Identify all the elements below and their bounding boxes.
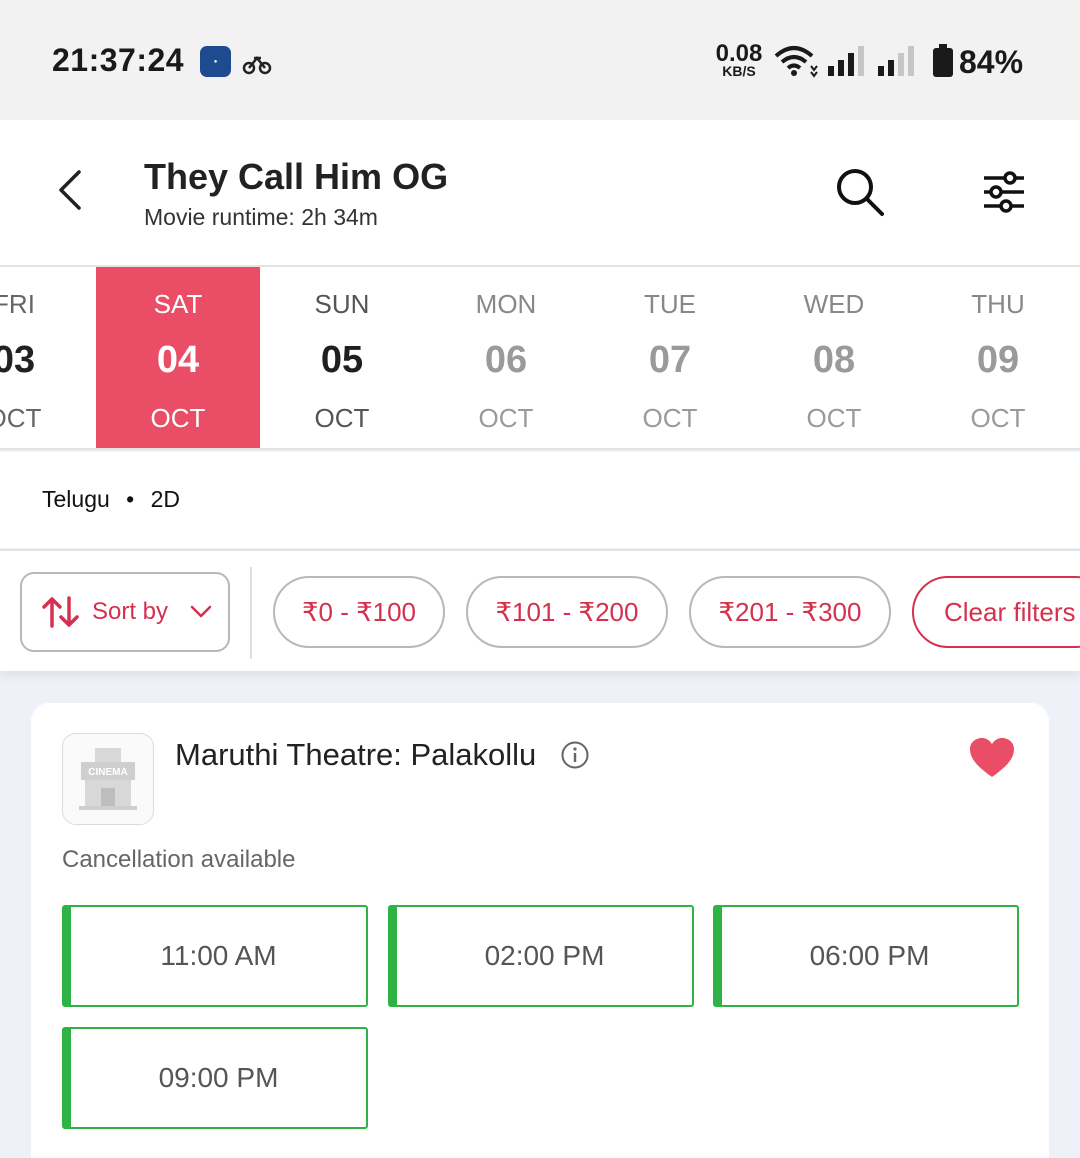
date-month: OCT <box>314 403 370 433</box>
showtime-button-1100am[interactable]: 11:00 AM <box>62 905 368 1007</box>
movie-runtime: Movie runtime: 2h 34m <box>144 204 378 230</box>
signal-strength-icon <box>826 44 866 83</box>
date-day: 08 <box>812 339 856 381</box>
app-header: They Call Him OG Movie runtime: 2h 34m <box>0 120 1080 265</box>
cinema-logo-text: CINEMA <box>88 767 127 778</box>
date-month: OCT <box>642 403 698 433</box>
theatre-name: Maruthi Theatre: Palakollu <box>175 737 537 772</box>
format-row: Telugu • 2D <box>0 452 1080 548</box>
sort-by-label: Sort by <box>92 598 169 625</box>
language-format: Telugu • 2D <box>42 486 180 513</box>
urbanstop-app-icon: ● <box>200 46 231 77</box>
filter-chip-row: Sort by ₹0 - ₹100 ₹101 - ₹200 ₹201 - ₹30… <box>0 549 1080 671</box>
battery-percent: 84% <box>959 44 1024 80</box>
date-day: 06 <box>484 339 528 381</box>
filter-button[interactable] <box>972 160 1036 224</box>
wifi-icon <box>774 44 818 83</box>
date-day: 05 <box>320 339 364 381</box>
date-item-sat-04[interactable]: SAT 04 OCT <box>96 267 260 448</box>
date-day: 04 <box>156 339 200 381</box>
favorite-heart-icon[interactable] <box>968 737 1016 784</box>
price-chip-0-100[interactable]: ₹0 - ₹100 <box>273 576 445 648</box>
date-item-mon-06[interactable]: MON 06 OCT <box>424 267 588 448</box>
back-icon <box>59 170 81 210</box>
date-dow: WED <box>803 289 865 319</box>
date-month: OCT <box>0 403 42 433</box>
info-icon[interactable] <box>560 740 590 775</box>
status-bar: 21:37:24 ● 0.08 KB/S 84% <box>0 0 1080 120</box>
dimension-label: 2D <box>150 486 181 512</box>
cancellation-note: Cancellation available <box>62 846 296 873</box>
search-icon <box>837 169 884 216</box>
movie-title: They Call Him OG <box>144 156 449 197</box>
date-month: OCT <box>970 403 1026 433</box>
status-time: 21:37:24 <box>52 42 185 78</box>
date-dow: FRI <box>0 289 35 319</box>
date-day: 03 <box>0 339 36 381</box>
battery-icon <box>932 44 954 83</box>
date-dow: TUE <box>644 289 696 319</box>
date-month: OCT <box>478 403 534 433</box>
sort-arrows-icon <box>42 596 79 628</box>
language-label: Telugu <box>42 486 110 512</box>
back-button[interactable] <box>40 160 100 220</box>
price-chip-101-200[interactable]: ₹101 - ₹200 <box>466 576 668 648</box>
date-dow: MON <box>475 289 537 319</box>
date-day: 07 <box>648 339 692 381</box>
network-speed: 0.08 KB/S <box>712 42 766 79</box>
date-item-wed-08[interactable]: WED 08 OCT <box>752 267 916 448</box>
date-selector: FRI 03 OCT SAT 04 OCT SUN 05 OCT MON 06 … <box>0 265 1080 450</box>
showtime-button-0200pm[interactable]: 02:00 PM <box>388 905 694 1007</box>
chip-divider <box>250 567 252 659</box>
date-day: 09 <box>976 339 1020 381</box>
scooter-app-icon <box>242 50 272 81</box>
signal-strength-icon-2 <box>876 44 920 83</box>
price-chip-201-300[interactable]: ₹201 - ₹300 <box>689 576 891 648</box>
date-dow: SUN <box>314 289 370 319</box>
theatre-card: CINEMA Maruthi Theatre: Palakollu Cancel… <box>31 703 1049 1158</box>
date-dow: THU <box>971 289 1025 319</box>
format-separator: • <box>126 486 135 512</box>
date-item-tue-07[interactable]: TUE 07 OCT <box>588 267 752 448</box>
date-item-fri-03[interactable]: FRI 03 OCT <box>0 267 96 448</box>
cinema-logo: CINEMA <box>62 733 154 825</box>
date-item-thu-09[interactable]: THU 09 OCT <box>916 267 1080 448</box>
date-month: OCT <box>150 403 206 433</box>
sort-by-button[interactable]: Sort by <box>20 572 230 652</box>
date-month: OCT <box>806 403 862 433</box>
search-button[interactable] <box>828 160 892 224</box>
date-dow: SAT <box>153 289 203 319</box>
showtime-button-0900pm[interactable]: 09:00 PM <box>62 1027 368 1129</box>
filter-sliders-icon <box>984 171 1024 213</box>
showtime-button-0600pm[interactable]: 06:00 PM <box>713 905 1019 1007</box>
chevron-down-icon <box>190 605 212 619</box>
clear-filters-chip[interactable]: Clear filters <box>912 576 1080 648</box>
date-item-sun-05[interactable]: SUN 05 OCT <box>260 267 424 448</box>
